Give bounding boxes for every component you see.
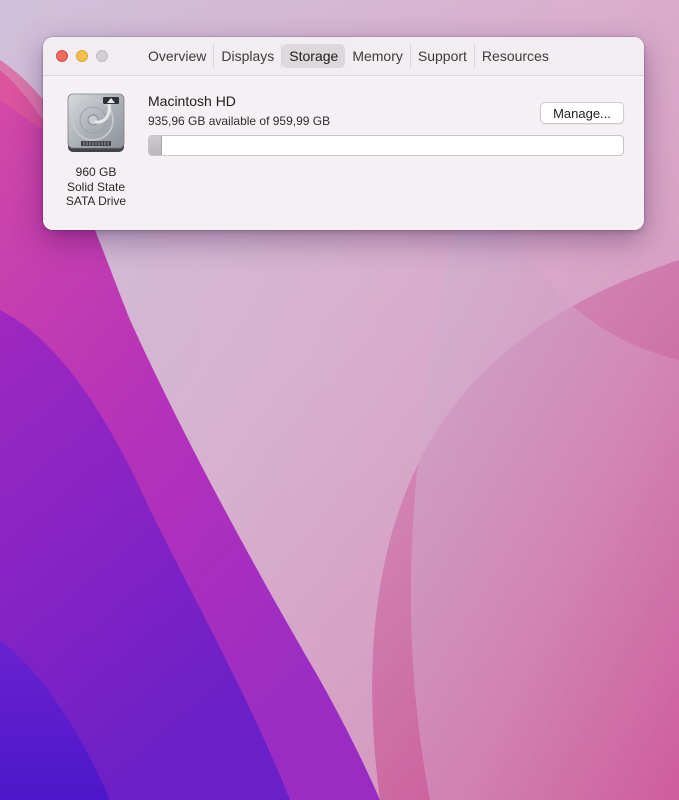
storage-panel: 960 GB Solid State SATA Drive Macintosh …: [43, 76, 644, 230]
tab-support[interactable]: Support: [411, 44, 475, 68]
close-window-button[interactable]: [56, 50, 68, 62]
volume-availability: 935,96 GB available of 959,99 GB: [148, 114, 331, 128]
window-titlebar[interactable]: Overview Displays Storage Memory Support…: [43, 37, 644, 76]
drive-interface: SATA Drive: [65, 194, 127, 208]
drive-info: 960 GB Solid State SATA Drive: [51, 165, 141, 209]
tab-storage[interactable]: Storage: [282, 44, 346, 68]
hard-drive-icon: [65, 93, 127, 157]
tab-overview[interactable]: Overview: [141, 44, 215, 68]
drive-type: Solid State: [66, 179, 126, 194]
manage-button[interactable]: Manage...: [540, 102, 624, 124]
minimize-window-button[interactable]: [76, 50, 88, 62]
drive-capacity: 960 GB: [75, 165, 117, 179]
zoom-window-button[interactable]: [96, 50, 108, 62]
storage-usage-bar: [148, 135, 624, 156]
tab-bar: Overview Displays Storage Memory Support…: [141, 44, 556, 68]
storage-usage-fill: [149, 136, 162, 155]
tab-memory[interactable]: Memory: [345, 44, 411, 68]
tab-displays[interactable]: Displays: [214, 44, 283, 68]
about-this-mac-window: Overview Displays Storage Memory Support…: [43, 37, 644, 230]
tab-resources[interactable]: Resources: [475, 44, 556, 68]
volume-name: Macintosh HD: [148, 93, 236, 109]
